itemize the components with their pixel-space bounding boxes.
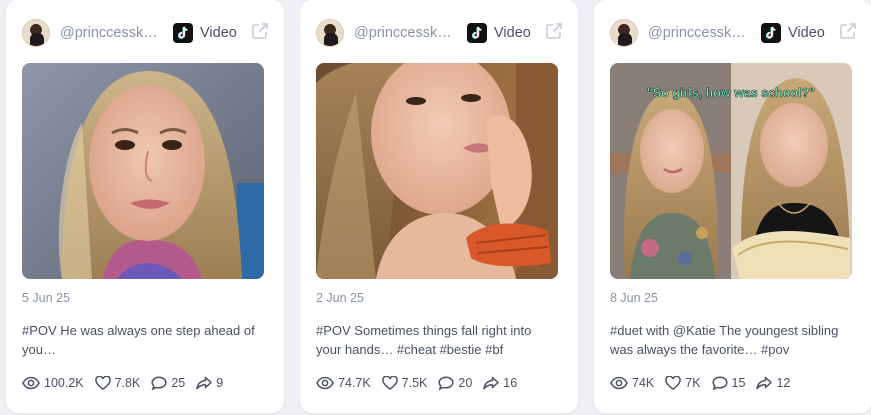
tiktok-icon	[467, 23, 487, 43]
avatar[interactable]	[22, 19, 50, 47]
username[interactable]: @princcesskati…	[648, 25, 752, 41]
post-header: @princcesskati… Video	[316, 16, 564, 50]
avatar[interactable]	[610, 19, 638, 47]
views-stat: 74.7K	[316, 376, 371, 390]
comment-icon	[438, 376, 454, 390]
platform-label: Video	[200, 25, 237, 41]
share-icon	[483, 376, 500, 390]
username[interactable]: @princcesskati…	[60, 25, 164, 41]
comments-count: 20	[458, 376, 473, 390]
likes-stat: 7.8K	[94, 376, 141, 390]
comment-icon	[711, 376, 728, 390]
post-caption: #duet with @Katie The youngest sibling w…	[610, 323, 839, 357]
eye-icon	[22, 376, 40, 390]
post-date: 5 Jun 25	[22, 291, 70, 305]
post-date: 2 Jun 25	[316, 291, 364, 305]
platform-label: Video	[788, 25, 825, 41]
views-count: 74K	[632, 376, 655, 390]
video-thumbnail[interactable]: "So girls, how was school?"	[610, 63, 852, 279]
heart-icon	[665, 376, 682, 390]
video-thumbnail[interactable]	[22, 63, 264, 279]
post-caption: #POV Sometimes things fall right into yo…	[316, 323, 532, 357]
shares-stat: 12	[756, 376, 790, 390]
share-icon	[196, 376, 212, 390]
tiktok-icon	[173, 23, 193, 43]
likes-count: 7.8K	[114, 376, 141, 390]
share-icon	[756, 376, 773, 390]
comments-count: 15	[731, 376, 746, 390]
views-stat: 100.2K	[22, 376, 84, 390]
post-header: @princcesskati… Video	[610, 16, 858, 50]
views-stat: 74K	[610, 376, 654, 390]
comments-count: 25	[171, 376, 186, 390]
views-count: 100.2K	[44, 376, 84, 390]
post-header: @princcesskati… Video	[22, 16, 270, 50]
comments-stat: 25	[151, 376, 185, 390]
video-thumbnail[interactable]	[316, 63, 558, 279]
shares-stat: 9	[196, 376, 223, 390]
username[interactable]: @princcesskati…	[354, 25, 458, 41]
post-card[interactable]: @princcesskati… Video	[594, 0, 871, 413]
post-caption: #POV He was always one step ahead of you…	[22, 323, 255, 357]
shares-count: 16	[503, 376, 518, 390]
platform-label: Video	[494, 25, 531, 41]
comments-stat: 20	[438, 376, 472, 390]
likes-count: 7.5K	[401, 376, 428, 390]
shares-count: 9	[216, 376, 224, 390]
comment-icon	[151, 376, 167, 390]
heart-icon	[94, 376, 111, 390]
likes-stat: 7K	[665, 376, 701, 390]
heart-icon	[381, 376, 398, 390]
tiktok-icon	[761, 23, 781, 43]
shares-count: 12	[776, 376, 791, 390]
external-link-icon[interactable]	[251, 22, 269, 45]
post-date: 8 Jun 25	[610, 291, 658, 305]
avatar[interactable]	[316, 19, 344, 47]
views-count: 74.7K	[338, 376, 371, 390]
post-stats: 100.2K 7.8K 25 9	[22, 376, 274, 390]
post-stats: 74K 7K 15 12	[610, 376, 862, 390]
external-link-icon[interactable]	[545, 22, 563, 45]
post-card[interactable]: @princcesskati… Video	[6, 0, 284, 413]
thumbnail-overlay-text: "So girls, how was school?"	[647, 86, 815, 100]
external-link-icon[interactable]	[839, 22, 857, 45]
post-stats: 74.7K 7.5K 20 16	[316, 376, 568, 390]
eye-icon	[610, 376, 628, 390]
eye-icon	[316, 376, 334, 390]
post-card[interactable]: @princcesskati… Video	[300, 0, 578, 413]
likes-count: 7K	[685, 376, 701, 390]
comments-stat: 15	[711, 376, 746, 390]
shares-stat: 16	[483, 376, 517, 390]
likes-stat: 7.5K	[381, 376, 428, 390]
